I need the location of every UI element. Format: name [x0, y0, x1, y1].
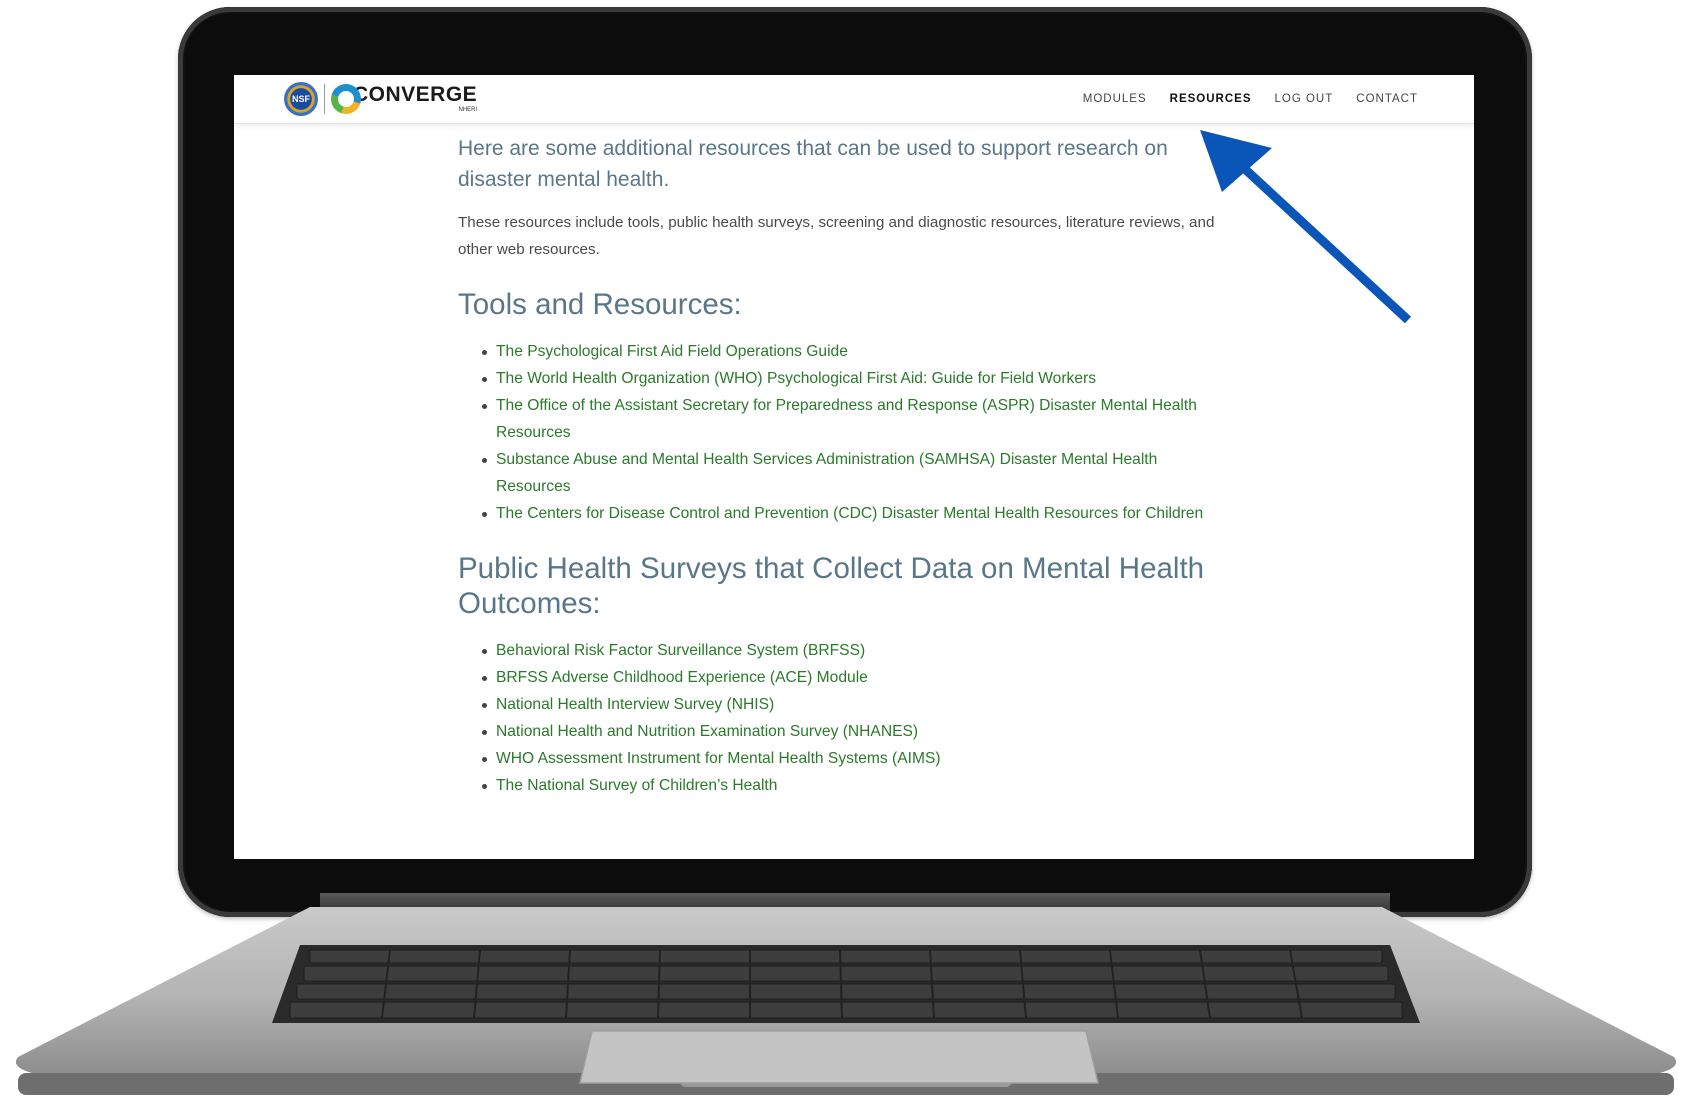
- main-content: Here are some additional resources that …: [458, 125, 1218, 799]
- section-heading-surveys: Public Health Surveys that Collect Data …: [458, 552, 1205, 620]
- tools-link-list: The Psychological First Aid Field Operat…: [458, 338, 1218, 527]
- site-header: NSF CONVERGE NHERI MODULES RESOURCES LOG…: [234, 75, 1474, 124]
- converge-c-icon: [331, 84, 361, 114]
- main-nav: MODULES RESOURCES LOG OUT CONTACT: [1060, 88, 1418, 110]
- intro-body: These resources include tools, public he…: [458, 214, 1215, 258]
- list-item: BRFSS Adverse Childhood Experience (ACE)…: [482, 664, 1218, 691]
- list-item: The World Health Organization (WHO) Psyc…: [482, 365, 1218, 392]
- logo-divider: [324, 84, 325, 114]
- resource-link[interactable]: The Centers for Disease Control and Prev…: [496, 505, 1203, 522]
- survey-link[interactable]: Behavioral Risk Factor Surveillance Syst…: [496, 642, 865, 659]
- surveys-link-list: Behavioral Risk Factor Surveillance Syst…: [458, 637, 1218, 799]
- list-item: The Centers for Disease Control and Prev…: [482, 500, 1218, 527]
- logo-wordmark: CONVERGE: [353, 83, 478, 106]
- laptop-keyboard-deck: [10, 907, 1682, 1103]
- nav-resources[interactable]: RESOURCES: [1170, 88, 1252, 110]
- survey-link[interactable]: National Health and Nutrition Examinatio…: [496, 723, 918, 740]
- list-item: The Psychological First Aid Field Operat…: [482, 338, 1218, 365]
- list-item: National Health and Nutrition Examinatio…: [482, 718, 1218, 745]
- resource-link[interactable]: Substance Abuse and Mental Health Servic…: [496, 451, 1157, 495]
- resource-link[interactable]: The Office of the Assistant Secretary fo…: [496, 397, 1197, 441]
- list-item: The Office of the Assistant Secretary fo…: [482, 392, 1218, 446]
- resource-link[interactable]: The Psychological First Aid Field Operat…: [496, 343, 848, 360]
- survey-link[interactable]: WHO Assessment Instrument for Mental Hea…: [496, 750, 941, 767]
- survey-link[interactable]: National Health Interview Survey (NHIS): [496, 696, 774, 713]
- list-item: WHO Assessment Instrument for Mental Hea…: [482, 745, 1218, 772]
- list-item: Substance Abuse and Mental Health Servic…: [482, 446, 1218, 500]
- list-item: Behavioral Risk Factor Surveillance Syst…: [482, 637, 1218, 664]
- nav-modules[interactable]: MODULES: [1083, 88, 1147, 110]
- site-logo[interactable]: NSF CONVERGE NHERI: [284, 81, 477, 117]
- nsf-seal-icon: NSF: [284, 82, 318, 116]
- nsf-label: NSF: [292, 94, 310, 104]
- intro-lead: Here are some additional resources that …: [458, 137, 1168, 191]
- list-item: The National Survey of Children’s Health: [482, 772, 1218, 799]
- section-heading-tools: Tools and Resources:: [458, 288, 742, 321]
- logo-subtitle: NHERI: [458, 107, 478, 113]
- list-item: National Health Interview Survey (NHIS): [482, 691, 1218, 718]
- annotation-arrow-icon: [1200, 130, 1412, 324]
- survey-link[interactable]: BRFSS Adverse Childhood Experience (ACE)…: [496, 669, 868, 686]
- logo-text: CONVERGE NHERI: [353, 84, 477, 114]
- resource-link[interactable]: The World Health Organization (WHO) Psyc…: [496, 370, 1096, 387]
- nav-log-out[interactable]: LOG OUT: [1275, 88, 1334, 110]
- survey-link[interactable]: The National Survey of Children’s Health: [496, 777, 777, 794]
- nav-contact[interactable]: CONTACT: [1356, 88, 1418, 110]
